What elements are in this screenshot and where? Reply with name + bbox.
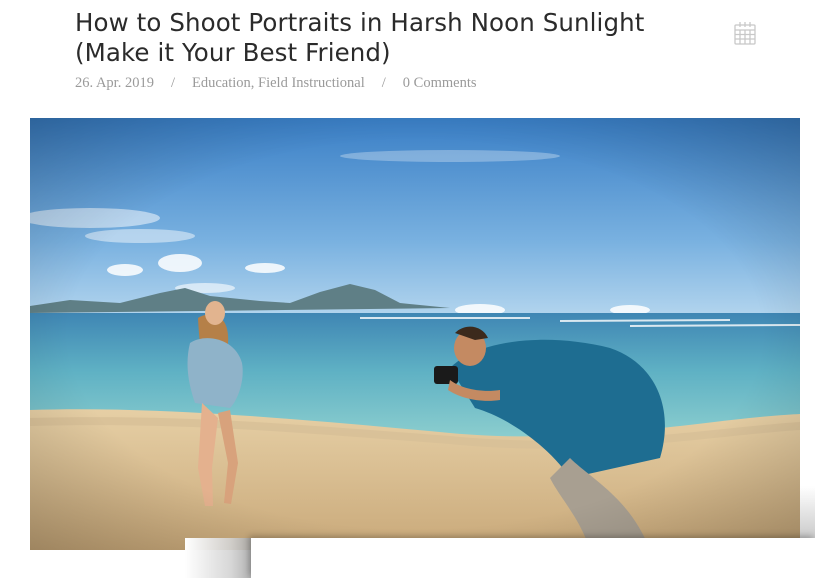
category-separator: ,: [250, 75, 255, 91]
meta-separator: /: [381, 75, 386, 91]
calendar-icon: [734, 21, 756, 45]
post-date: 26. Apr. 2019: [75, 75, 154, 91]
category-link-field-instructional[interactable]: Field Instructional: [258, 75, 365, 91]
featured-image[interactable]: [30, 118, 800, 550]
right-shadow: [800, 486, 815, 538]
post-meta: 26. Apr. 2019 / Education, Field Instructi…: [75, 75, 715, 92]
post-header: How to Shoot Portraits in Harsh Noon Sun…: [75, 8, 715, 92]
bottom-shadow: [185, 538, 251, 578]
comments-link[interactable]: 0 Comments: [403, 75, 477, 91]
meta-separator: /: [170, 75, 175, 91]
category-link-education[interactable]: Education: [192, 75, 251, 91]
content-panel: [251, 538, 815, 578]
post-title[interactable]: How to Shoot Portraits in Harsh Noon Sun…: [75, 8, 715, 68]
